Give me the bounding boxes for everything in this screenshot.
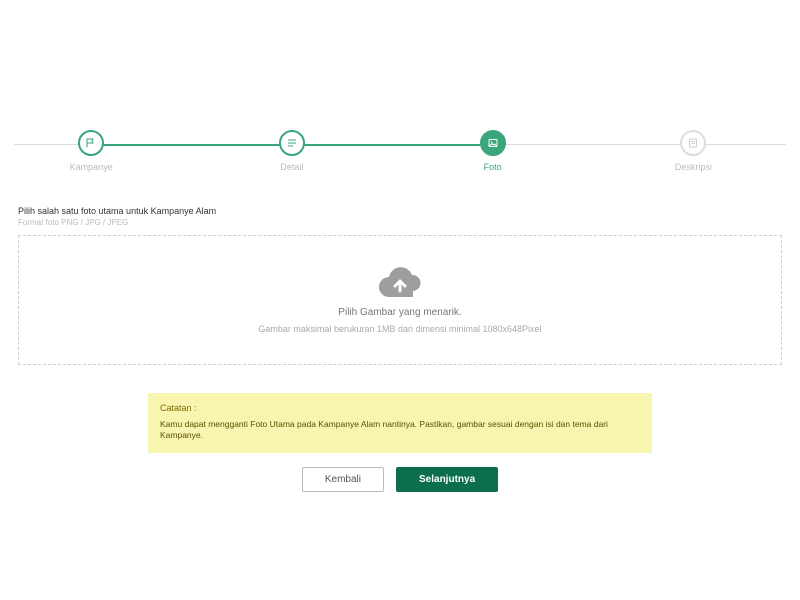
- step-label: Deskripsi: [633, 162, 753, 172]
- note-title: Catatan :: [160, 403, 640, 413]
- step-label: Kampanye: [31, 162, 151, 172]
- step-circle: [480, 130, 506, 156]
- note-body: Kamu dapat mengganti Foto Utama pada Kam…: [160, 419, 640, 441]
- step-detail[interactable]: Detail: [232, 130, 352, 172]
- step-foto[interactable]: Foto: [433, 130, 553, 172]
- step-circle: [78, 130, 104, 156]
- image-icon: [487, 137, 499, 149]
- flag-icon: [85, 137, 97, 149]
- note-icon: [687, 137, 699, 149]
- button-row: Kembali Selanjutnya: [18, 467, 782, 492]
- cloud-upload-icon: [377, 267, 423, 301]
- list-icon: [286, 137, 298, 149]
- note-box: Catatan : Kamu dapat mengganti Foto Utam…: [148, 393, 652, 453]
- dropzone-subtitle: Gambar maksimal berukuran 1MB dan dimens…: [258, 324, 541, 334]
- step-kampanye[interactable]: Kampanye: [31, 130, 151, 172]
- back-button[interactable]: Kembali: [302, 467, 384, 492]
- upload-heading: Pilih salah satu foto utama untuk Kampan…: [18, 206, 782, 216]
- upload-subheading: Format foto PNG / JPG / JPEG: [18, 218, 782, 227]
- stepper: Kampanye Detail Foto: [14, 130, 786, 190]
- step-label: Foto: [433, 162, 553, 172]
- step-circle: [279, 130, 305, 156]
- step-circle: [680, 130, 706, 156]
- step-deskripsi[interactable]: Deskripsi: [633, 130, 753, 172]
- upload-dropzone[interactable]: Pilih Gambar yang menarik. Gambar maksim…: [18, 235, 782, 365]
- dropzone-title: Pilih Gambar yang menarik.: [338, 307, 461, 318]
- step-label: Detail: [232, 162, 352, 172]
- next-button[interactable]: Selanjutnya: [396, 467, 498, 492]
